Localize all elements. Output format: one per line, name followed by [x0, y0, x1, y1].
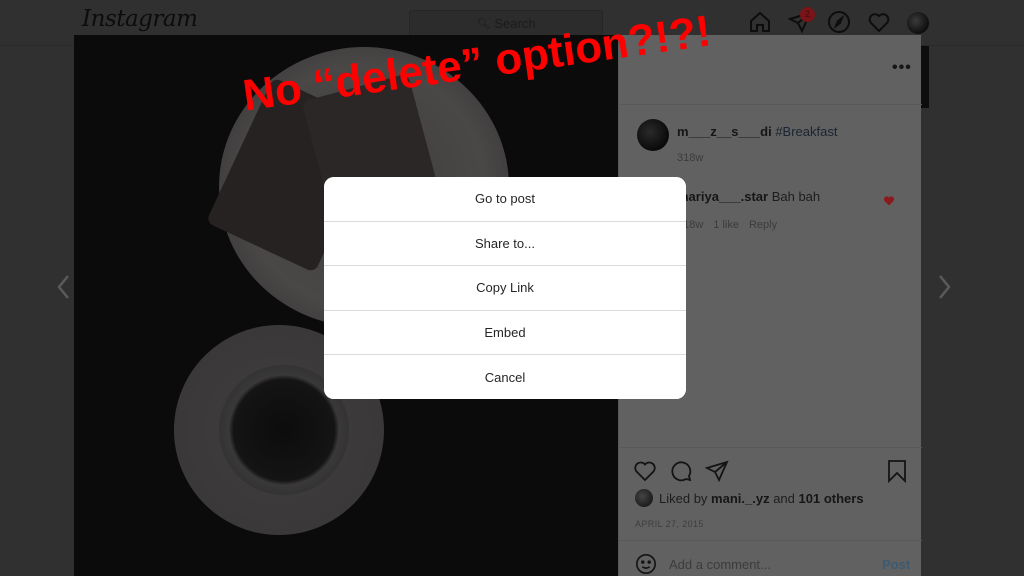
background-strip: [921, 46, 929, 108]
post-caption: m___z__s___di #Breakfast: [677, 124, 837, 139]
post-date: APRIL 27, 2015: [635, 519, 704, 529]
likes-prefix: Liked by: [659, 490, 708, 506]
panel-header: •••: [619, 35, 922, 105]
share-icon[interactable]: [704, 459, 729, 483]
save-bookmark-icon[interactable]: [885, 459, 909, 484]
likes-joiner: and: [773, 490, 795, 506]
add-comment-box: Post: [619, 540, 922, 576]
post-comment-button[interactable]: Post: [882, 557, 910, 572]
go-to-post-button[interactable]: Go to post: [324, 177, 686, 222]
comment: mariya___.star Bah bah: [677, 189, 820, 204]
emoji-icon[interactable]: [635, 553, 657, 575]
comment-bubble-icon[interactable]: [669, 459, 693, 483]
liker-avatar: [635, 489, 653, 507]
caption-hashtag[interactable]: #Breakfast: [775, 124, 837, 139]
caption-time: 318w: [677, 152, 704, 164]
post-actions: [619, 447, 922, 484]
copy-link-button[interactable]: Copy Link: [324, 266, 686, 311]
profile-avatar[interactable]: [907, 12, 929, 34]
likes-others[interactable]: 101 others: [799, 491, 864, 506]
comment-username[interactable]: mariya___.star: [677, 189, 768, 204]
embed-button[interactable]: Embed: [324, 310, 686, 356]
comment-like-heart-icon[interactable]: [883, 194, 895, 206]
comment-reply-button[interactable]: Reply: [749, 219, 777, 231]
cancel-button[interactable]: Cancel: [324, 355, 686, 399]
comment-meta: 318w 1 like Reply: [677, 219, 777, 231]
comment-likes[interactable]: 1 like: [713, 219, 739, 231]
liker-username[interactable]: mani._.yz: [711, 491, 770, 506]
notification-badge: 2: [800, 7, 815, 22]
share-to-button[interactable]: Share to...: [324, 221, 686, 267]
more-options-icon[interactable]: •••: [892, 59, 912, 77]
likes-summary: Liked by mani._.yz and 101 others: [635, 489, 864, 507]
comment-text: Bah bah: [771, 189, 821, 204]
nav-icons: [0, 10, 1024, 36]
explore-compass-icon[interactable]: [827, 10, 851, 34]
activity-heart-icon[interactable]: [867, 10, 891, 34]
caption-avatar[interactable]: [637, 119, 669, 151]
next-post-arrow-icon[interactable]: [938, 274, 952, 300]
caption-username[interactable]: m___z__s___di: [677, 124, 772, 139]
previous-post-arrow-icon[interactable]: [56, 274, 70, 300]
like-heart-icon[interactable]: [633, 459, 657, 483]
post-options-dialog: Go to post Share to... Copy Link Embed C…: [324, 177, 686, 399]
add-comment-input[interactable]: [669, 557, 869, 572]
home-icon[interactable]: [748, 10, 772, 34]
